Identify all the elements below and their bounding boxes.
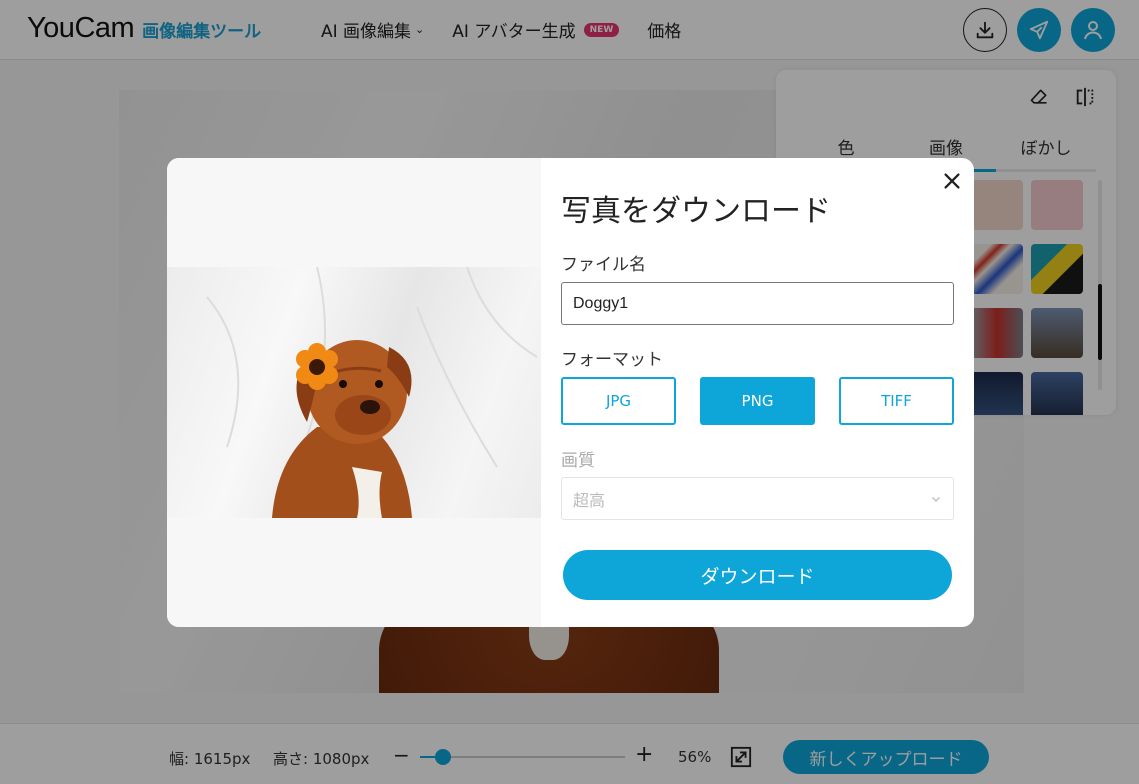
format-label: フォーマット xyxy=(561,350,663,370)
filename-label: ファイル名 xyxy=(561,255,646,275)
filename-input[interactable] xyxy=(561,282,954,325)
format-jpg-button[interactable]: JPG xyxy=(561,377,676,425)
download-button[interactable]: ダウンロード xyxy=(563,550,952,600)
quality-value: 超高 xyxy=(573,490,606,510)
puppy-illustration xyxy=(206,267,538,518)
format-png-button[interactable]: PNG xyxy=(700,377,815,425)
close-icon xyxy=(944,173,960,189)
format-tiff-button[interactable]: TIFF xyxy=(839,377,954,425)
quality-label: 画質 xyxy=(561,451,595,471)
quality-select[interactable]: 超高 xyxy=(561,477,954,520)
download-dialog: 写真をダウンロード ファイル名 フォーマット JPG PNG TIFF 画質 超… xyxy=(167,158,974,627)
preview-image xyxy=(167,267,541,518)
preview-pane xyxy=(167,158,541,627)
close-button[interactable] xyxy=(941,170,963,192)
dialog-title: 写真をダウンロード xyxy=(561,194,831,229)
chevron-down-icon xyxy=(932,496,940,502)
